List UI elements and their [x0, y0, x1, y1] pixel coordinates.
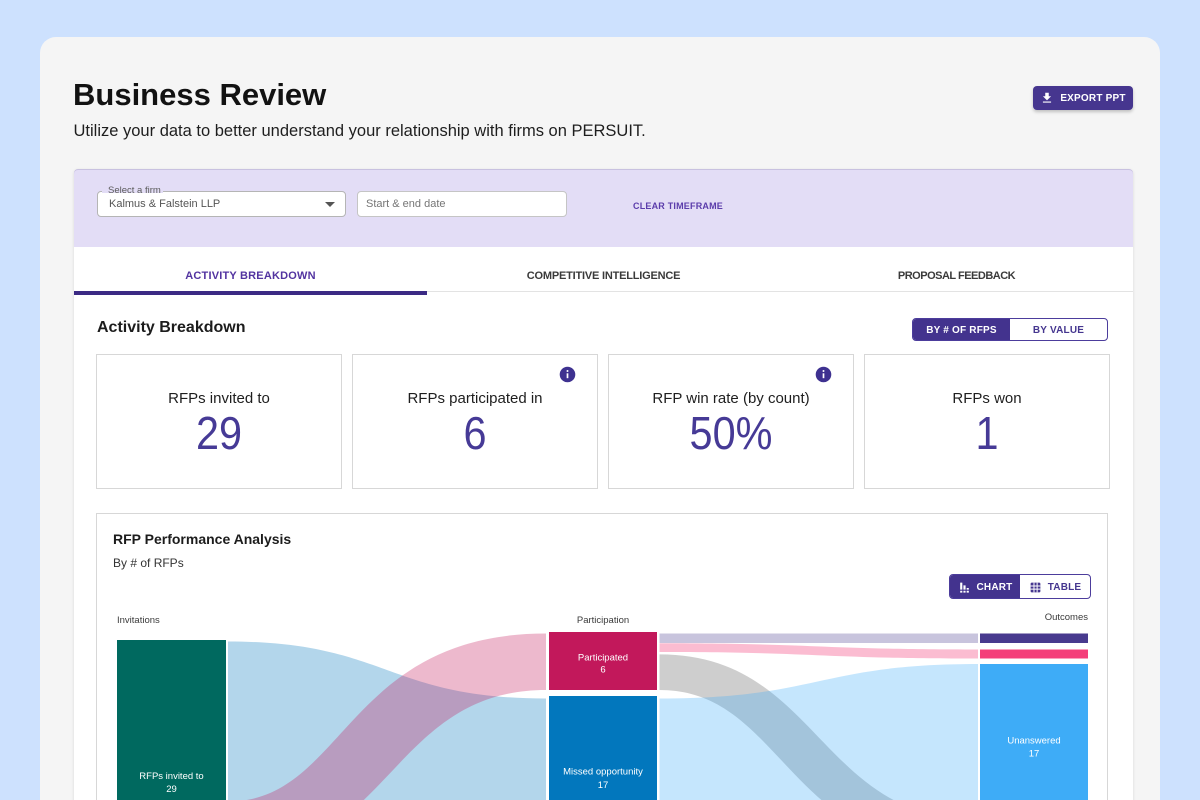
- svg-text:Participation: Participation: [577, 615, 629, 626]
- svg-text:Invitations: Invitations: [117, 615, 160, 626]
- svg-text:6: 6: [600, 665, 605, 676]
- svg-text:29: 29: [166, 784, 177, 795]
- svg-text:17: 17: [598, 780, 609, 791]
- svg-text:Unanswered: Unanswered: [1007, 736, 1060, 747]
- svg-text:Participated: Participated: [578, 653, 628, 664]
- svg-text:Missed opportunity: Missed opportunity: [563, 767, 643, 778]
- svg-text:RFPs invited to: RFPs invited to: [139, 771, 203, 782]
- svg-text:Outcomes: Outcomes: [1045, 612, 1089, 623]
- svg-text:17: 17: [1029, 749, 1040, 760]
